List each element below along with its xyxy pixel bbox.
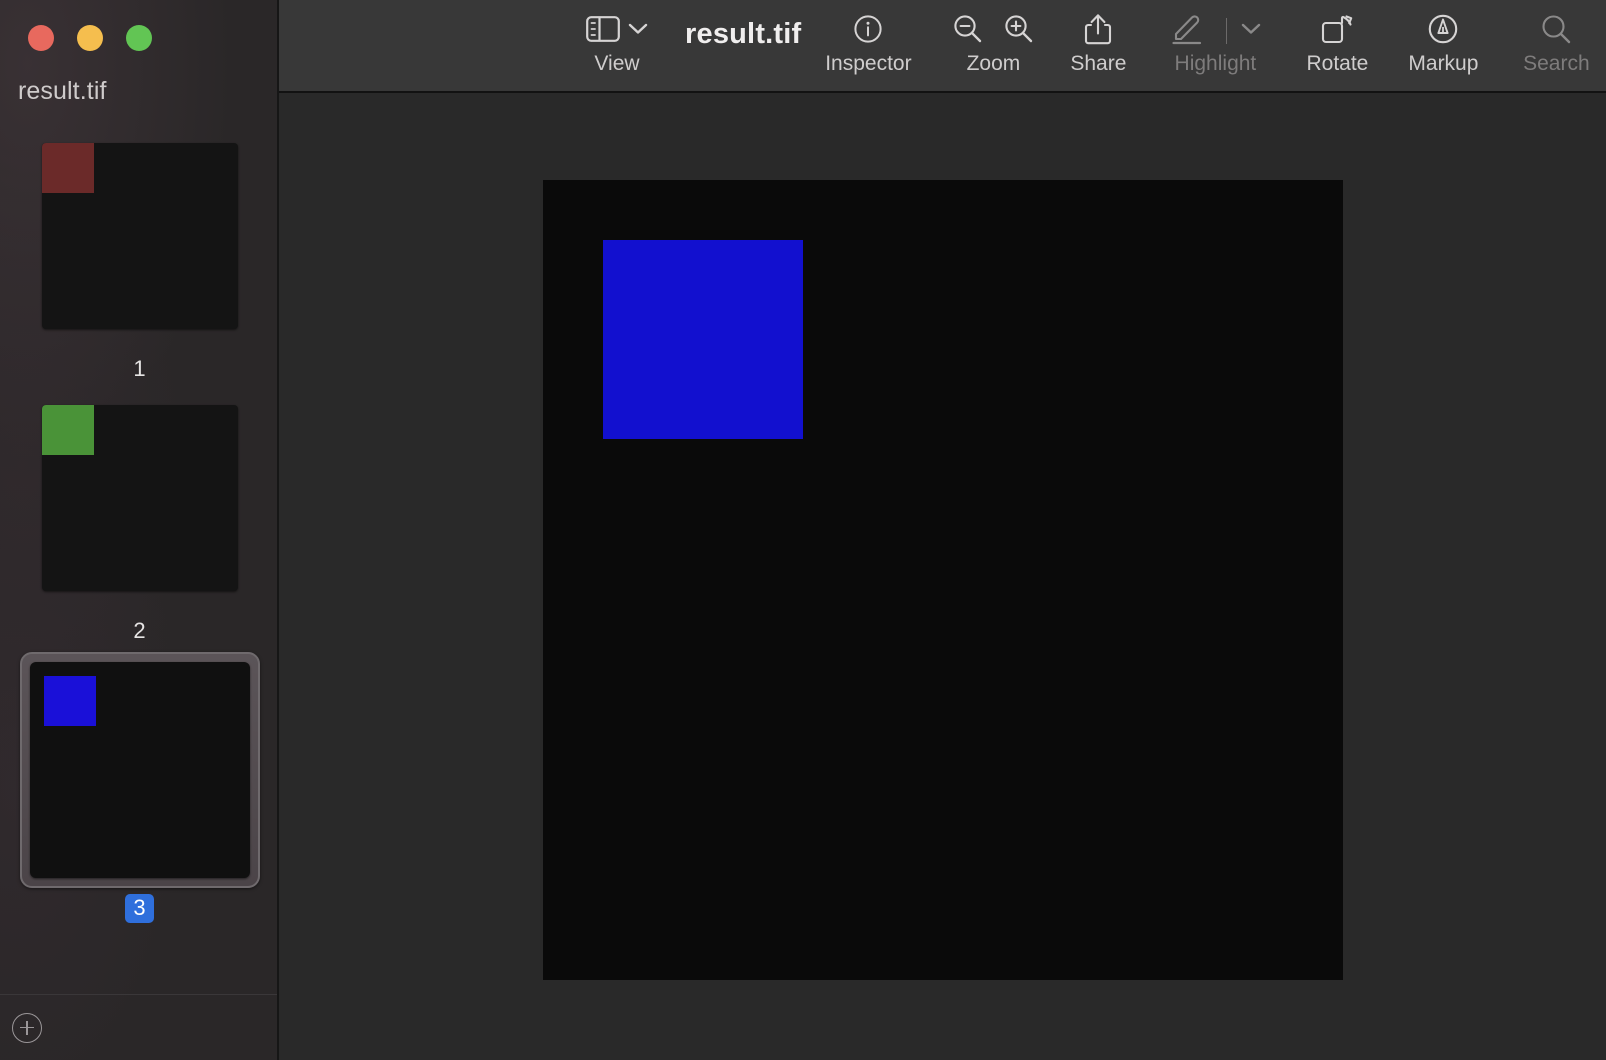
rotate-square-icon bbox=[1320, 13, 1354, 50]
highlighter-pen-icon bbox=[1170, 12, 1210, 51]
thumbnail-sidebar: result.tif 1 2 3 bbox=[0, 0, 279, 1060]
maximize-window-button[interactable] bbox=[126, 25, 152, 51]
thumbnail-page-preview bbox=[29, 662, 250, 878]
share-label: Share bbox=[1070, 52, 1127, 75]
thumbnail-page-preview bbox=[41, 143, 238, 329]
canvas-area[interactable] bbox=[279, 93, 1606, 1060]
share-arrow-up-icon bbox=[1084, 13, 1112, 50]
toolbar: View result.tif Inspector Zoom Share Hig… bbox=[279, 0, 1606, 93]
thumbnail-page-number-badge: 3 bbox=[125, 894, 154, 923]
highlight-button[interactable]: Highlight bbox=[1145, 0, 1285, 76]
document-title: result.tif bbox=[685, 18, 802, 50]
view-button[interactable]: View bbox=[571, 0, 663, 76]
page-image bbox=[543, 180, 1343, 980]
thumbnail-list[interactable]: 1 2 3 bbox=[0, 118, 277, 994]
thumbnail-page-number: 2 bbox=[133, 618, 146, 643]
thumbnail-page-number: 1 bbox=[133, 356, 146, 381]
thumbnail-swatch bbox=[41, 405, 94, 455]
close-window-button[interactable] bbox=[28, 25, 54, 51]
markup-label: Markup bbox=[1408, 52, 1479, 75]
thumbnail-page-1[interactable]: 1 bbox=[0, 128, 277, 382]
window-traffic-lights bbox=[0, 0, 277, 76]
search-button[interactable]: Search bbox=[1497, 0, 1606, 76]
share-button[interactable]: Share bbox=[1051, 0, 1145, 76]
rotate-label: Rotate bbox=[1306, 52, 1369, 75]
inspector-button[interactable]: Inspector bbox=[801, 0, 935, 76]
magnifier-minus-icon[interactable] bbox=[952, 13, 983, 49]
markup-pen-circle-icon bbox=[1427, 13, 1459, 50]
sidebar-toggle-icon bbox=[586, 15, 620, 47]
magnifier-plus-icon[interactable] bbox=[1003, 13, 1034, 49]
thumbnail-frame-selected bbox=[19, 652, 260, 888]
zoom-label: Zoom bbox=[966, 52, 1021, 75]
preview-window: result.tif 1 2 3 View result.tif Inspect… bbox=[0, 0, 1606, 1060]
thumbnail-frame bbox=[30, 128, 250, 344]
zoom-group: Zoom bbox=[935, 0, 1051, 76]
sidebar-footer bbox=[0, 994, 277, 1060]
markup-button[interactable]: Markup bbox=[1389, 0, 1497, 76]
info-circle-icon bbox=[853, 14, 883, 49]
thumbnail-frame bbox=[30, 390, 250, 606]
toolbar-right-group: Inspector Zoom Share Highlight Rotate Ma… bbox=[801, 0, 1606, 76]
plus-circle-icon[interactable] bbox=[12, 1012, 42, 1043]
toolbar-divider bbox=[1225, 18, 1227, 44]
thumbnail-page-2[interactable]: 2 bbox=[0, 390, 277, 644]
rotate-button[interactable]: Rotate bbox=[1285, 0, 1389, 76]
thumbnail-swatch bbox=[41, 143, 94, 193]
thumbnail-page-preview bbox=[41, 405, 238, 591]
content-area: View result.tif Inspector Zoom Share Hig… bbox=[279, 0, 1606, 1060]
chevron-down-icon[interactable] bbox=[1241, 22, 1261, 40]
view-label: View bbox=[594, 52, 640, 75]
thumbnail-page-3[interactable]: 3 bbox=[0, 652, 277, 923]
chevron-down-icon[interactable] bbox=[628, 22, 648, 40]
inspector-label: Inspector bbox=[825, 52, 912, 75]
sidebar-document-title: result.tif bbox=[18, 77, 107, 105]
blue-square bbox=[603, 240, 803, 439]
thumbnail-swatch bbox=[43, 676, 96, 726]
minimize-window-button[interactable] bbox=[77, 25, 103, 51]
magnifier-icon bbox=[1540, 13, 1572, 50]
highlight-label: Highlight bbox=[1174, 52, 1257, 75]
search-label: Search bbox=[1523, 52, 1590, 75]
